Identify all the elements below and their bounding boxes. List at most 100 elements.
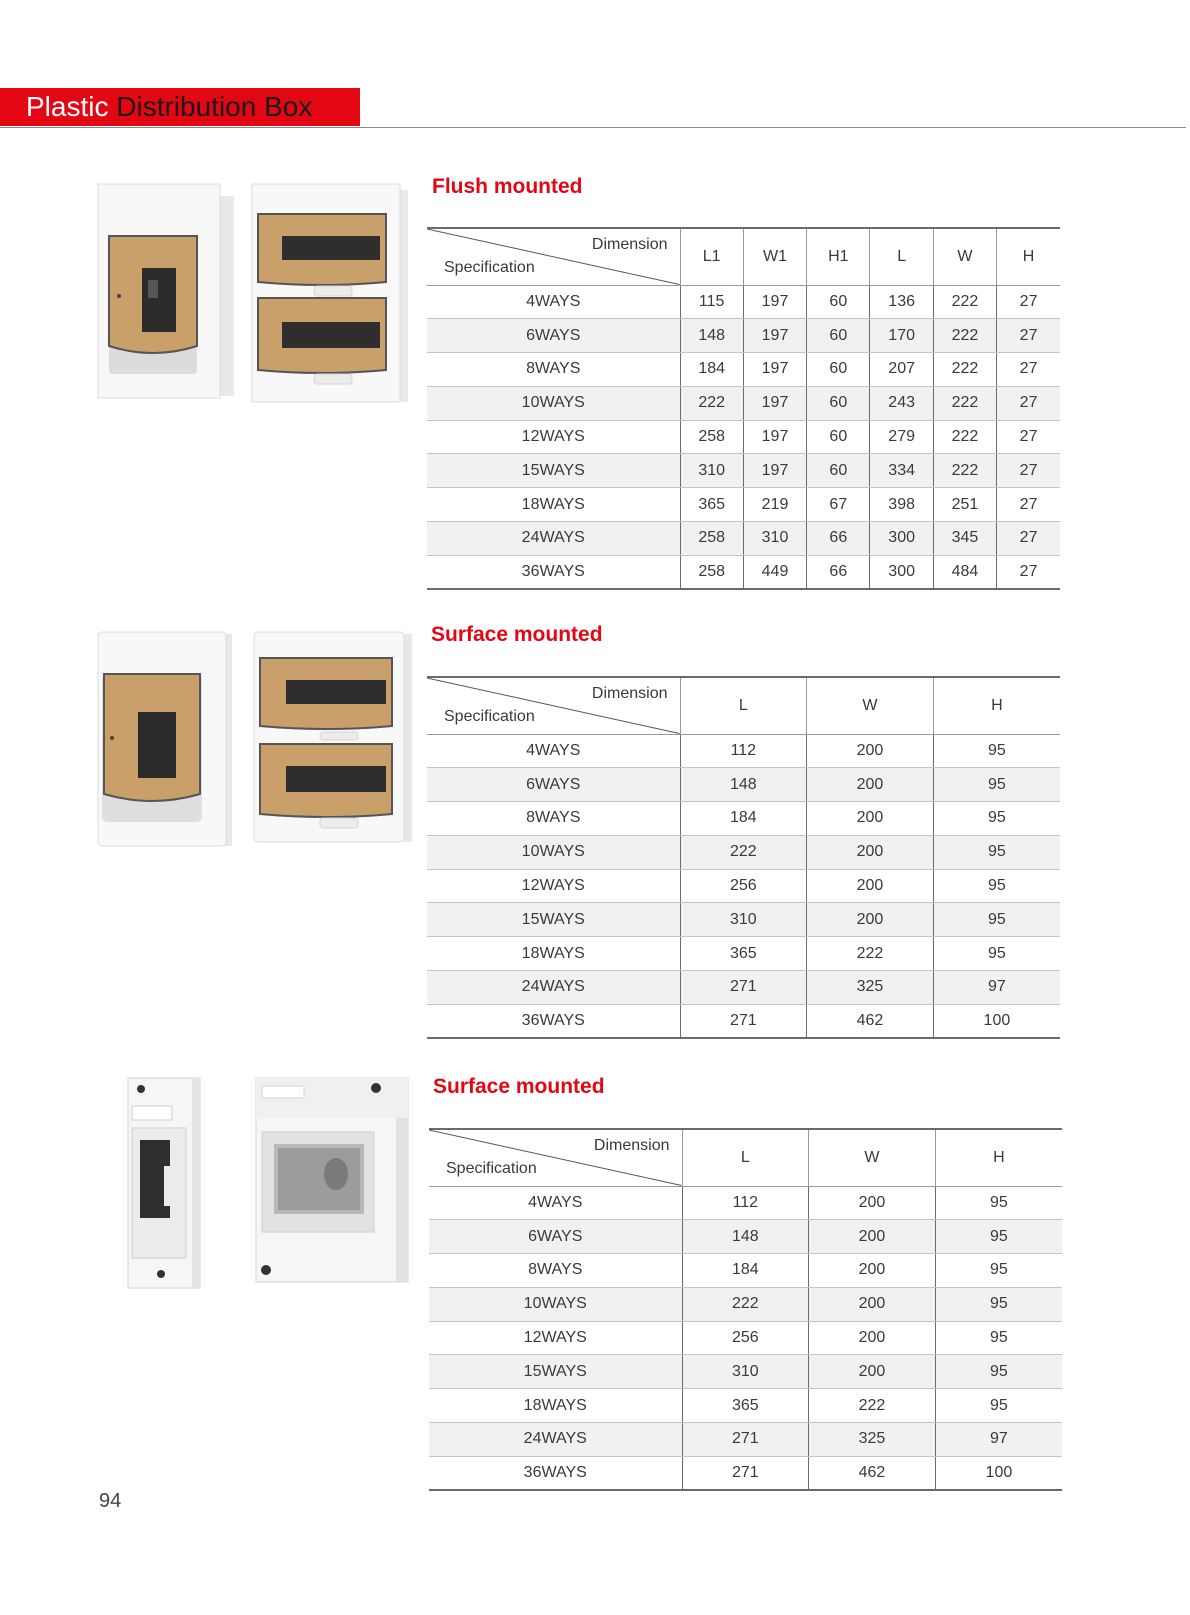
specification-cell: 15WAYS [429, 1354, 682, 1390]
table-header-row: Dimension Specification L W H [427, 676, 1060, 735]
dimension-cell: 60 [806, 386, 870, 421]
dimension-cell: 27 [996, 453, 1060, 489]
dimension-cell: 200 [806, 801, 934, 836]
dimension-cell: 148 [679, 318, 744, 354]
dimension-cell: 271 [681, 1456, 809, 1492]
specification-cell: 10WAYS [427, 835, 680, 870]
specification-cell: 6WAYS [429, 1219, 682, 1255]
page-title-part1: Plastic [26, 91, 109, 122]
dimension-cell: 207 [869, 352, 934, 387]
table-row: 4WAYS 115 197 60 136 222 27 [427, 285, 1060, 320]
section-title-flush-mounted: Flush mounted [432, 175, 583, 198]
column-header: H [996, 227, 1060, 286]
table-row: 4WAYS 112 200 95 [429, 1186, 1062, 1221]
dimension-cell: 222 [679, 386, 744, 421]
table-row: 24WAYS 271 325 97 [427, 970, 1060, 1005]
table-row: 36WAYS 258 449 66 300 484 27 [427, 555, 1060, 591]
column-header: W1 [742, 227, 807, 286]
dimension-cell: 200 [806, 902, 934, 938]
dimension-cell: 222 [932, 285, 997, 320]
dimension-cell: 112 [681, 1186, 809, 1221]
surface-mounted-table-2: Dimension Specification L W H 4WAYS 112 20… [429, 1128, 1062, 1492]
dimension-cell: 184 [679, 801, 807, 836]
table-row: 4WAYS 112 200 95 [427, 734, 1060, 769]
dimension-cell: 200 [808, 1186, 936, 1221]
specification-cell: 36WAYS [429, 1456, 682, 1492]
header-rule [0, 127, 1186, 128]
surface-mounted-table-body: 4WAYS 112 200 95 6WAYS 148 200 95 8WAYS 184 200 95 1… [427, 734, 1060, 1040]
dimension-cell: 219 [742, 487, 807, 523]
table-row: 18WAYS 365 222 95 [429, 1388, 1062, 1424]
page-title: Plastic Distribution Box [26, 91, 312, 123]
flush-box-double-image [251, 183, 408, 403]
dimension-cell: 95 [932, 734, 1060, 769]
dimension-cell: 365 [681, 1388, 809, 1424]
dimension-cell: 200 [808, 1253, 936, 1288]
table-row: 10WAYS 222 200 95 [427, 835, 1060, 870]
header-specification-label: Specification [444, 258, 535, 276]
dimension-cell: 200 [808, 1287, 936, 1322]
dimension-cell: 95 [934, 1388, 1062, 1424]
dimension-cell: 345 [932, 521, 997, 556]
table-row: 15WAYS 310 197 60 334 222 27 [427, 453, 1060, 489]
section-title-surface-mounted-2: Surface mounted [433, 1075, 605, 1098]
table-row: 6WAYS 148 200 95 [429, 1219, 1062, 1255]
diagonal-header-cell: Dimension Specification [427, 676, 680, 735]
flush-mounted-table-body: 4WAYS 115 197 60 136 222 27 6WAYS 148 197 60 170 222… [427, 285, 1060, 591]
dimension-cell: 197 [742, 420, 807, 455]
dimension-cell: 66 [806, 521, 870, 556]
table-header-row: Dimension Specification L W H [429, 1128, 1062, 1187]
specification-cell: 6WAYS [427, 318, 680, 354]
dimension-cell: 310 [679, 902, 807, 938]
dimension-cell: 95 [932, 936, 1060, 972]
dimension-cell: 95 [932, 767, 1060, 803]
dimension-cell: 95 [934, 1253, 1062, 1288]
specification-cell: 15WAYS [427, 902, 680, 938]
dimension-cell: 325 [808, 1422, 936, 1457]
dimension-cell: 300 [869, 555, 934, 591]
column-header: H [932, 676, 1060, 735]
dimension-cell: 148 [679, 767, 807, 803]
specification-cell: 10WAYS [429, 1287, 682, 1322]
table-row: 12WAYS 258 197 60 279 222 27 [427, 420, 1060, 455]
dimension-cell: 222 [808, 1388, 936, 1424]
flush-mounted-table: Dimension Specification L1 W1 H1 L W H 4… [427, 227, 1060, 591]
column-header: W [932, 227, 997, 286]
specification-cell: 18WAYS [427, 936, 680, 972]
dimension-cell: 200 [808, 1321, 936, 1356]
dimension-cell: 95 [932, 902, 1060, 938]
column-header: W [806, 676, 934, 735]
dimension-cell: 200 [806, 835, 934, 870]
dimension-cell: 200 [806, 767, 934, 803]
column-header: H [934, 1128, 1062, 1187]
header-specification-label: Specification [446, 1159, 537, 1177]
specification-cell: 10WAYS [427, 386, 680, 421]
specification-cell: 24WAYS [427, 970, 680, 1005]
dimension-cell: 27 [996, 555, 1060, 591]
dimension-cell: 60 [806, 453, 870, 489]
specification-cell: 12WAYS [429, 1321, 682, 1356]
dimension-cell: 66 [806, 555, 870, 591]
flush-box-small-image [97, 183, 234, 399]
table-row: 18WAYS 365 219 67 398 251 27 [427, 487, 1060, 523]
dimension-cell: 100 [934, 1456, 1062, 1492]
specification-cell: 24WAYS [427, 521, 680, 556]
dimension-cell: 484 [932, 555, 997, 591]
dimension-cell: 271 [681, 1422, 809, 1457]
dimension-cell: 222 [679, 835, 807, 870]
dimension-cell: 184 [681, 1253, 809, 1288]
dimension-cell: 27 [996, 386, 1060, 421]
page-number: 94 [99, 1490, 122, 1512]
specification-cell: 4WAYS [427, 285, 680, 320]
dimension-cell: 398 [869, 487, 934, 523]
table-row: 6WAYS 148 197 60 170 222 27 [427, 318, 1060, 354]
section-title-surface-mounted: Surface mounted [431, 623, 603, 646]
dimension-cell: 27 [996, 420, 1060, 455]
dimension-cell: 325 [806, 970, 934, 1005]
dimension-cell: 258 [679, 555, 744, 591]
dimension-cell: 197 [742, 318, 807, 354]
specification-cell: 4WAYS [429, 1186, 682, 1221]
specification-cell: 12WAYS [427, 869, 680, 904]
dimension-cell: 271 [679, 970, 807, 1005]
dimension-cell: 310 [742, 521, 807, 556]
